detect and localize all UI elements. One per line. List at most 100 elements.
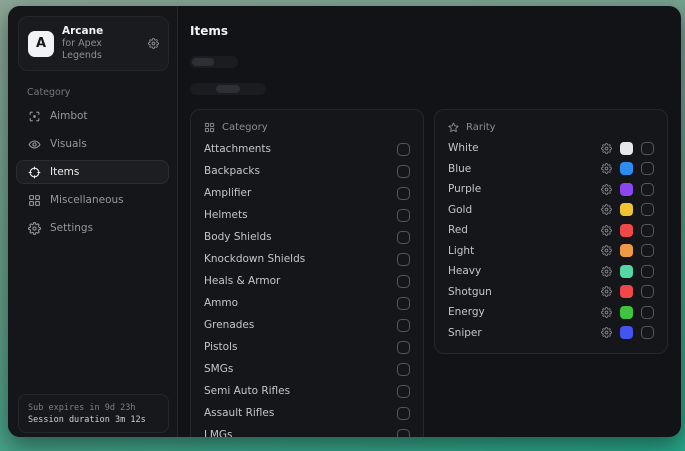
sidebar-item-visuals[interactable]: Visuals — [16, 132, 169, 156]
checkbox[interactable] — [397, 143, 410, 156]
gear-icon — [28, 222, 41, 235]
color-swatch[interactable] — [620, 162, 633, 175]
checkbox[interactable] — [641, 326, 654, 339]
category-list: Attachments Backpacks Amplifier Helmets … — [204, 138, 410, 437]
checkbox[interactable] — [641, 142, 654, 155]
checkbox[interactable] — [641, 224, 654, 237]
sidebar-item-label: Aimbot — [50, 110, 88, 122]
color-swatch[interactable] — [620, 265, 633, 278]
checkbox[interactable] — [641, 183, 654, 196]
rarity-row: Gold — [448, 200, 654, 221]
gear-icon[interactable] — [601, 184, 612, 195]
checkbox[interactable] — [397, 209, 410, 222]
gear-icon[interactable] — [148, 38, 159, 49]
rarity-row-label: White — [448, 142, 601, 154]
category-row: Body Shields — [204, 226, 410, 248]
category-row-label: Heals & Armor — [204, 275, 397, 287]
category-row: Backpacks — [204, 160, 410, 182]
checkbox[interactable] — [397, 231, 410, 244]
sidebar-item-settings[interactable]: Settings — [16, 216, 169, 240]
checkbox[interactable] — [641, 285, 654, 298]
tab-general[interactable] — [192, 85, 216, 93]
rarity-row: Energy — [448, 302, 654, 323]
app-logo: A — [28, 31, 54, 57]
mode-toggle-highlight[interactable] — [214, 58, 236, 66]
main-content: Items Category Attachments Backpacks Amp… — [178, 6, 681, 437]
tab-category[interactable] — [216, 85, 240, 93]
checkbox[interactable] — [641, 306, 654, 319]
rarity-row-label: Energy — [448, 306, 601, 318]
checkbox[interactable] — [397, 187, 410, 200]
app-name: Arcane — [62, 25, 140, 38]
rarity-row: Heavy — [448, 261, 654, 282]
checkbox[interactable] — [641, 244, 654, 257]
category-row-label: Grenades — [204, 319, 397, 331]
checkbox[interactable] — [397, 297, 410, 310]
category-row-label: Knockdown Shields — [204, 253, 397, 265]
mode-toggle-esp[interactable] — [192, 58, 214, 66]
rarity-row: Red — [448, 220, 654, 241]
sidebar-section-label: Category — [27, 87, 177, 98]
checkbox[interactable] — [397, 253, 410, 266]
checkbox[interactable] — [397, 165, 410, 178]
color-swatch[interactable] — [620, 326, 633, 339]
category-row-label: Ammo — [204, 297, 397, 309]
checkbox[interactable] — [397, 429, 410, 438]
color-swatch[interactable] — [620, 306, 633, 319]
rarity-row-label: Light — [448, 245, 601, 257]
category-row: LMGs — [204, 424, 410, 437]
gear-icon[interactable] — [601, 204, 612, 215]
grid-icon — [28, 194, 41, 207]
checkbox[interactable] — [641, 203, 654, 216]
color-swatch[interactable] — [620, 183, 633, 196]
sidebar: A Arcane for Apex Legends Category Aimbo… — [8, 6, 178, 437]
page-title: Items — [190, 24, 668, 38]
checkbox[interactable] — [641, 162, 654, 175]
category-row-label: Body Shields — [204, 231, 397, 243]
rarity-panel: Rarity White Blue Purple Gold Red Light … — [434, 109, 668, 354]
category-row-label: Helmets — [204, 209, 397, 221]
gear-icon[interactable] — [601, 245, 612, 256]
rarity-row-label: Purple — [448, 183, 601, 195]
gear-icon[interactable] — [601, 225, 612, 236]
checkbox[interactable] — [397, 341, 410, 354]
brand-card: A Arcane for Apex Legends — [18, 16, 169, 71]
grid-icon — [204, 122, 215, 133]
gear-icon[interactable] — [601, 286, 612, 297]
category-row-label: Pistols — [204, 341, 397, 353]
gear-icon[interactable] — [601, 266, 612, 277]
gear-icon[interactable] — [601, 143, 612, 154]
checkbox[interactable] — [397, 319, 410, 332]
rarity-row: Sniper — [448, 323, 654, 344]
checkbox[interactable] — [397, 385, 410, 398]
checkbox[interactable] — [397, 275, 410, 288]
category-row: Assault Rifles — [204, 402, 410, 424]
tab-list[interactable] — [240, 85, 264, 93]
color-swatch[interactable] — [620, 142, 633, 155]
crosshair-icon — [28, 166, 41, 179]
gear-icon[interactable] — [601, 163, 612, 174]
color-swatch[interactable] — [620, 203, 633, 216]
sub-expires-text: Sub expires in 9d 23h — [28, 402, 159, 414]
checkbox[interactable] — [641, 265, 654, 278]
category-row: SMGs — [204, 358, 410, 380]
rarity-row-label: Blue — [448, 163, 601, 175]
sidebar-item-miscellaneous[interactable]: Miscellaneous — [16, 188, 169, 212]
gear-icon[interactable] — [601, 307, 612, 318]
category-row-label: Semi Auto Rifles — [204, 385, 397, 397]
star-icon — [448, 122, 459, 133]
category-row-label: Assault Rifles — [204, 407, 397, 419]
color-swatch[interactable] — [620, 244, 633, 257]
color-swatch[interactable] — [620, 224, 633, 237]
sidebar-item-aimbot[interactable]: Aimbot — [16, 104, 169, 128]
checkbox[interactable] — [397, 407, 410, 420]
category-row-label: LMGs — [204, 429, 397, 437]
eye-icon — [28, 138, 41, 151]
rarity-row: Light — [448, 241, 654, 262]
gear-icon[interactable] — [601, 327, 612, 338]
subscription-info: Sub expires in 9d 23h Session duration 3… — [18, 394, 169, 433]
color-swatch[interactable] — [620, 285, 633, 298]
sidebar-nav: Aimbot Visuals Items Miscellaneous Setti… — [8, 104, 177, 240]
checkbox[interactable] — [397, 363, 410, 376]
sidebar-item-items[interactable]: Items — [16, 160, 169, 184]
